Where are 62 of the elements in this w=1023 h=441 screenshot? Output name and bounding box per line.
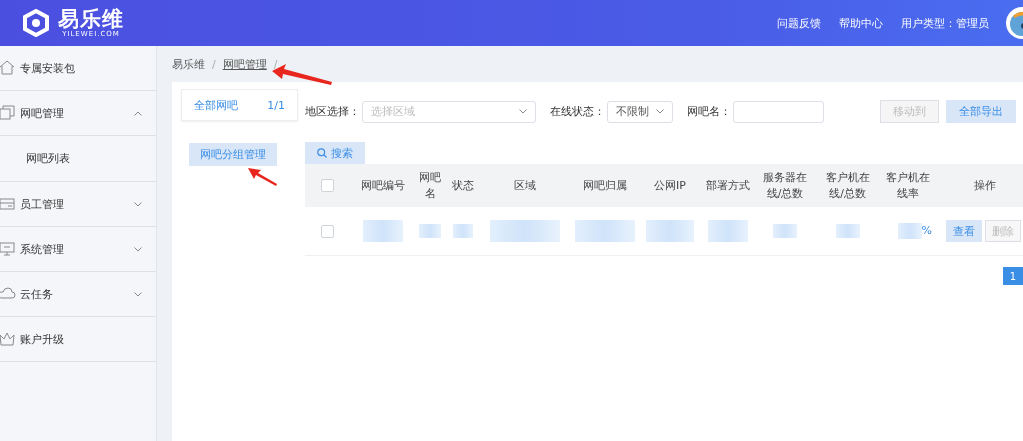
column-header: 状态 [451, 178, 474, 192]
annotation-arrow [248, 168, 278, 186]
column-header: 区域 [514, 178, 536, 192]
header-link[interactable]: 帮助中心 [839, 15, 883, 31]
caret-icon [656, 109, 665, 114]
blurred-text [452, 224, 473, 238]
caret-icon [518, 109, 527, 114]
breadcrumb-separator: / [212, 57, 216, 71]
blurred-text [835, 224, 860, 238]
sidebar-item[interactable]: 员工管理 [0, 182, 156, 227]
sidebar-item[interactable]: 系统管理 [0, 227, 156, 272]
select-field[interactable]: 不限制 [606, 100, 674, 123]
sidebar-subitem[interactable]: 网吧列表 [0, 136, 156, 182]
action-button[interactable]: 全部导出 [946, 100, 1016, 123]
blurred-text [707, 220, 748, 242]
sidebar-item[interactable]: 云任务 [0, 272, 156, 317]
filter-label: 地区选择： [305, 104, 360, 119]
breadcrumb-link[interactable]: 网吧管理 [222, 56, 267, 72]
menu-item-icon [0, 240, 16, 258]
blurred-text [419, 224, 441, 238]
filter-label: 在线状态： [549, 104, 605, 119]
blurred-text [490, 220, 560, 242]
menu-item-icon [0, 330, 16, 348]
column-header: 部署方式 [705, 178, 750, 192]
logo-text: 易乐维 [58, 7, 124, 30]
column-header: 服务器在线/总数 [763, 170, 807, 200]
checkbox[interactable] [321, 179, 334, 192]
search-button[interactable]: 搜索 [305, 142, 365, 164]
menu-item-icon [0, 104, 16, 122]
column-header: 网吧名 [419, 170, 441, 200]
checkbox[interactable] [321, 224, 334, 238]
header-link[interactable]: 问题反馈 [777, 15, 821, 31]
group-label: 全部网吧 [194, 97, 238, 113]
menu-item-icon [0, 195, 16, 213]
sidebar-item[interactable]: 账户升级 [0, 317, 156, 362]
group-manage-button[interactable]: 网吧分组管理 [189, 143, 277, 166]
column-header: 网吧归属 [583, 178, 627, 192]
column-header: 客户机在线率 [885, 170, 930, 200]
search-icon [317, 148, 327, 158]
rate-suffix: % [921, 224, 932, 237]
blurred-text [897, 223, 922, 239]
column-header: 公网IP [654, 178, 686, 192]
column-header: 操作 [974, 178, 996, 192]
filter-label: 网吧名： [687, 104, 732, 119]
blurred-text [773, 224, 797, 238]
blurred-text [575, 220, 635, 242]
blurred-text [362, 220, 403, 242]
column-header: 网吧编号 [360, 178, 405, 192]
row-action-button[interactable]: 查看 [946, 220, 982, 242]
column-header: 客户机在线/总数 [825, 170, 870, 200]
blurred-text [646, 220, 694, 242]
user-type-text: 用户类型：管理员 [901, 15, 989, 31]
group-count: 1/1 [267, 98, 285, 112]
input-field[interactable] [733, 100, 824, 123]
sidebar-item[interactable]: 网吧管理 [0, 91, 156, 136]
sidebar-item[interactable]: 专属安装包 [0, 46, 156, 91]
breadcrumb-link[interactable]: 易乐维 [172, 56, 205, 72]
menu-item-icon [0, 59, 16, 77]
page-button[interactable]: 1 [1003, 267, 1023, 285]
breadcrumb-separator: / [273, 57, 278, 71]
logo-icon [22, 9, 50, 37]
group-card[interactable]: 全部网吧 1/1 [181, 89, 298, 121]
